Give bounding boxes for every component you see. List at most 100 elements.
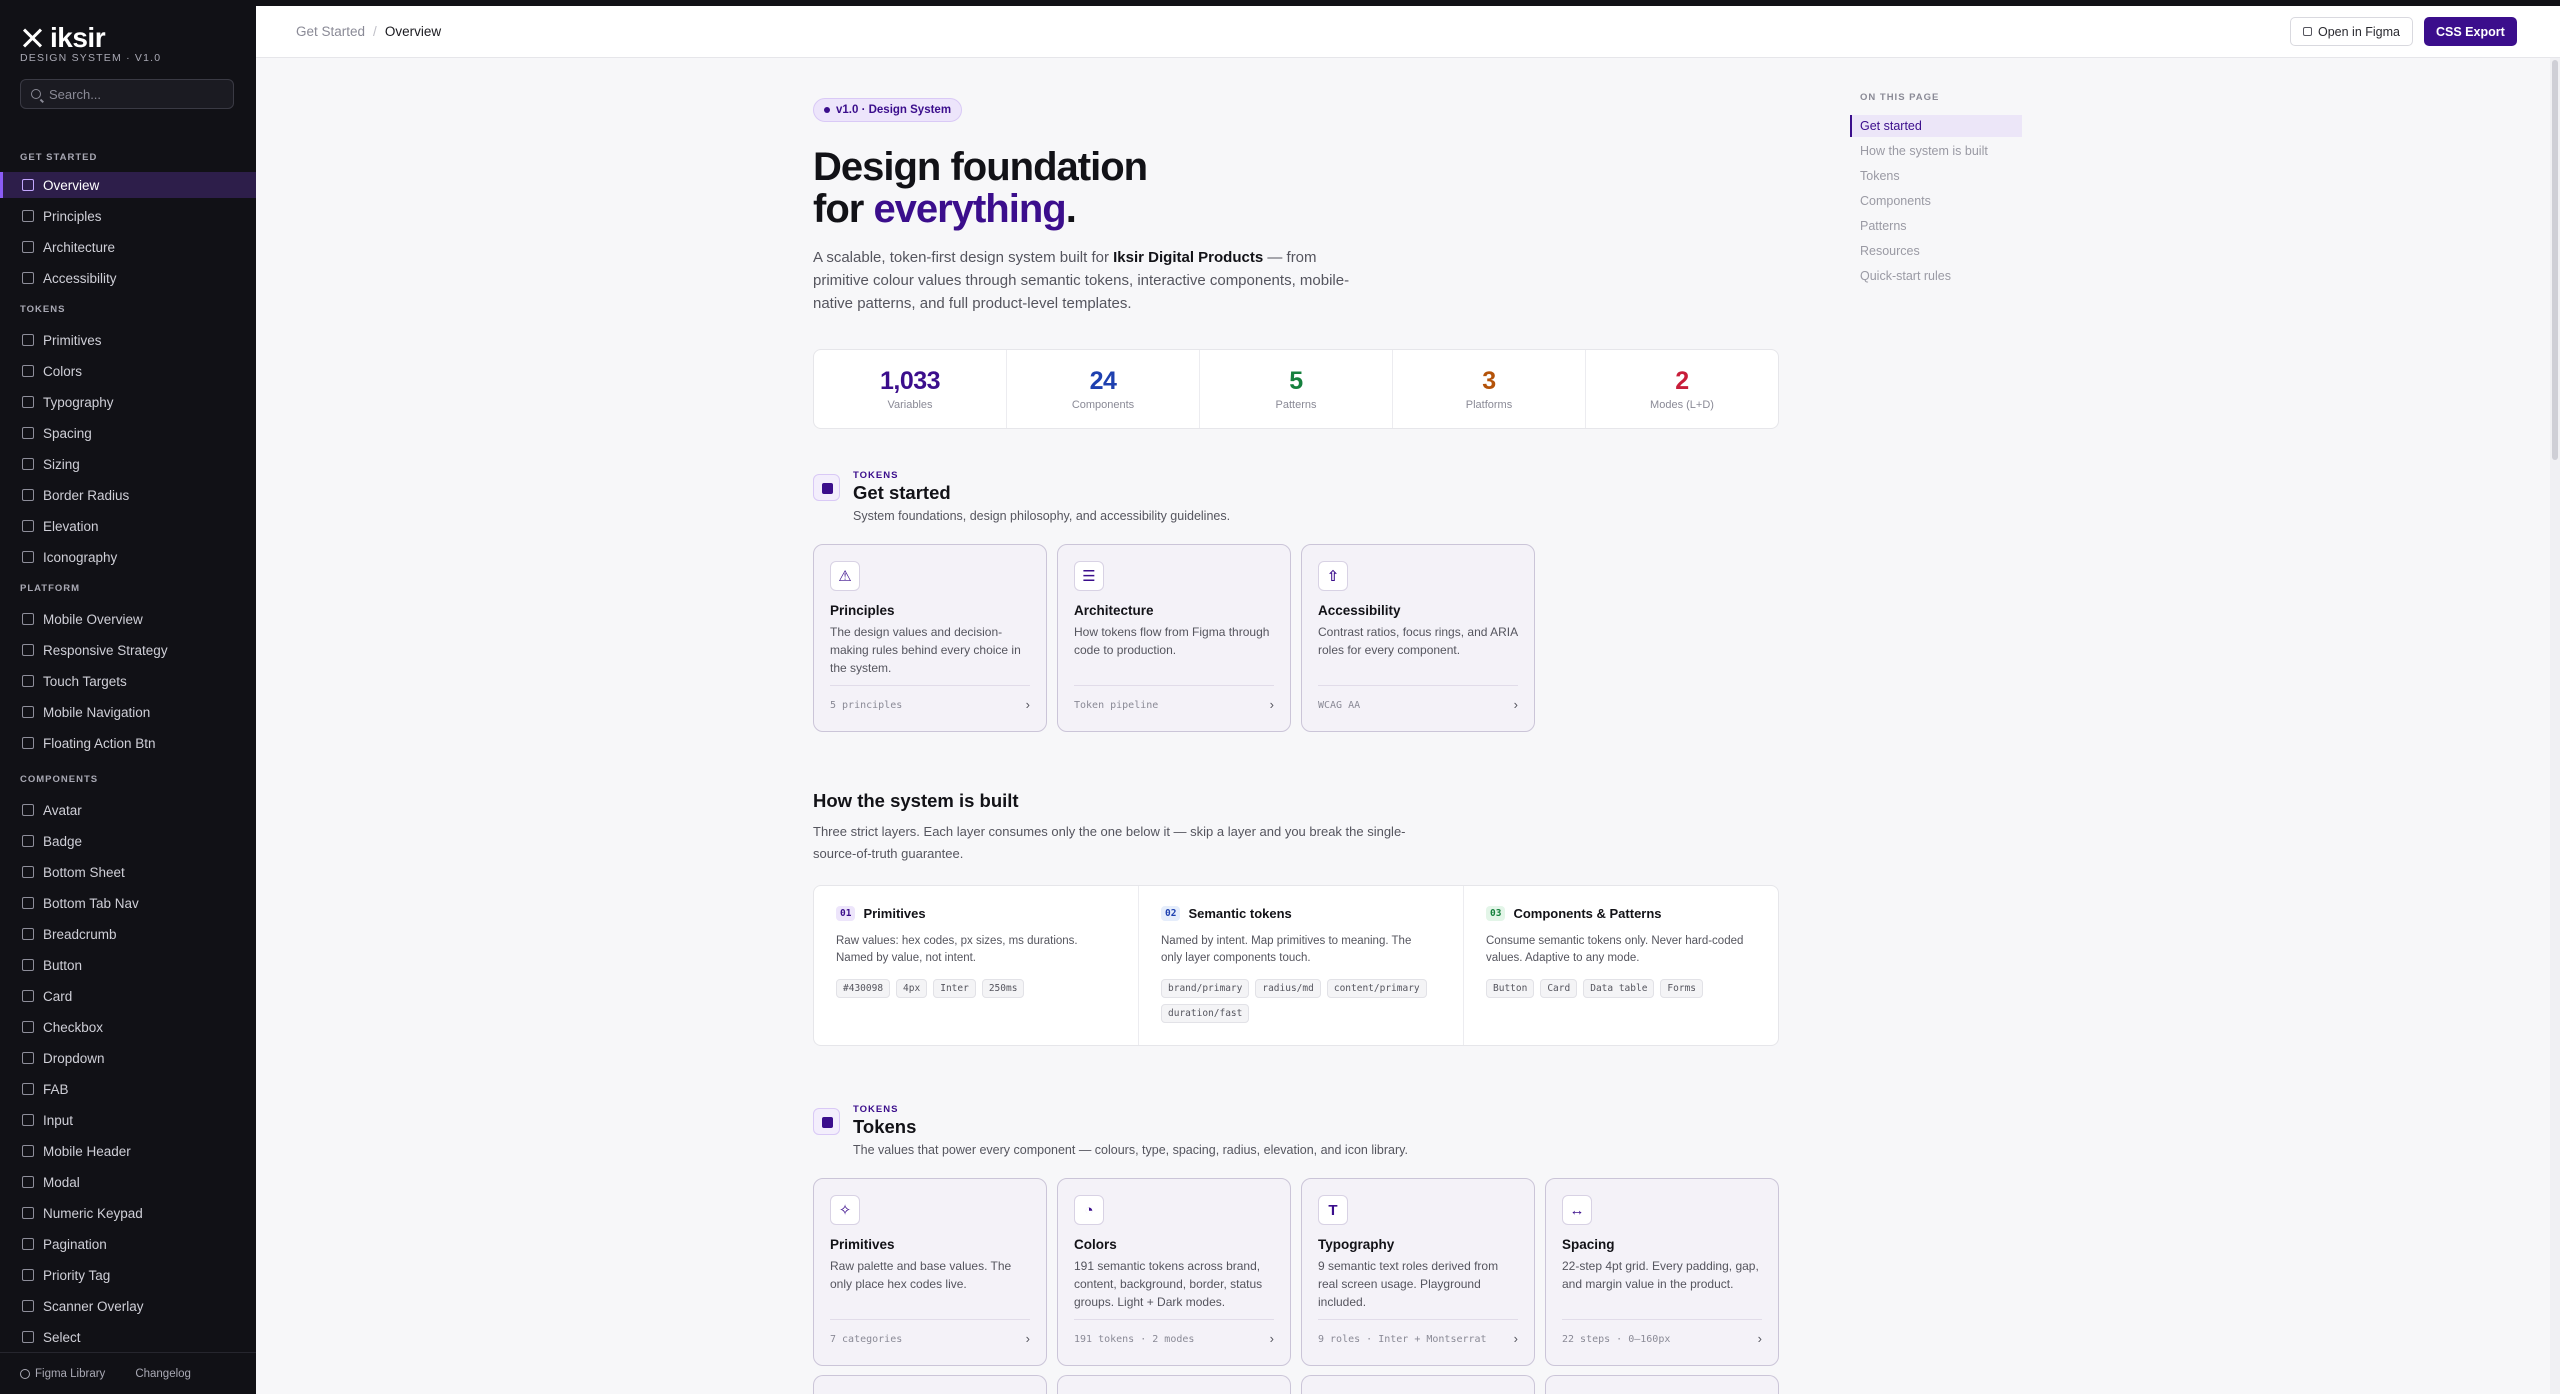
card-meta: 22 steps · 0–160px xyxy=(1562,1334,1671,1345)
sidebar-item-breadcrumb[interactable]: Breadcrumb xyxy=(0,921,256,947)
search-input[interactable] xyxy=(49,86,219,102)
stat-components: 24 Components xyxy=(1007,350,1200,428)
sidebar-item-sizing[interactable]: Sizing xyxy=(0,451,256,477)
open-in-figma-button[interactable]: Open in Figma xyxy=(2290,17,2413,46)
sizing-icon xyxy=(22,458,34,470)
sidebar-item-floating-action-btn[interactable]: Floating Action Btn xyxy=(0,730,256,756)
chevron-right-icon: › xyxy=(1269,697,1274,712)
next-card-peek[interactable] xyxy=(813,1375,1047,1394)
sidebar-item-label: Primitives xyxy=(43,332,102,348)
title-line-1: Design foundation xyxy=(813,145,1148,189)
sidebar-item-badge[interactable]: Badge xyxy=(0,828,256,854)
sidebar-item-mobile-overview[interactable]: Mobile Overview xyxy=(0,606,256,632)
card-spacing[interactable]: ↔ Spacing 22-step 4pt grid. Every padding,… xyxy=(1545,1178,1779,1366)
intro-brand: Iksir Digital Products xyxy=(1113,249,1264,266)
sidebar-item-touch-targets[interactable]: Touch Targets xyxy=(0,668,256,694)
breadcrumb-overview: Overview xyxy=(384,24,442,39)
sidebar-item-modal[interactable]: Modal xyxy=(0,1169,256,1195)
toc-item-patterns[interactable]: Patterns xyxy=(1850,215,2022,237)
sidebar-item-mobile-navigation[interactable]: Mobile Navigation xyxy=(0,699,256,725)
toc-item-quick-start-rules[interactable]: Quick-start rules xyxy=(1850,265,2022,287)
scrollbar-thumb[interactable] xyxy=(2552,60,2558,460)
section-icon xyxy=(813,474,840,501)
stat-label: Patterns xyxy=(1275,399,1317,411)
changelog-link[interactable]: Changelog xyxy=(135,1368,191,1380)
sidebar-item-bottom-tab-nav[interactable]: Bottom Tab Nav xyxy=(0,890,256,916)
how-built-desc: Three strict layers. Each layer consumes… xyxy=(813,824,1406,861)
chevron-right-icon: › xyxy=(1757,1331,1762,1346)
layers-panel: 01 Primitives Raw values: hex codes, px si… xyxy=(813,885,1779,1046)
sidebar-item-architecture[interactable]: Architecture xyxy=(0,234,256,260)
next-card-peek[interactable] xyxy=(1057,1375,1291,1394)
brand-logo[interactable]: iksir xyxy=(20,22,106,54)
breadcrumb-get-started[interactable]: Get Started xyxy=(296,24,365,39)
toc-item-components[interactable]: Components xyxy=(1850,190,2022,212)
card-accessibility[interactable]: ⇧ Accessibility Contrast ratios, focus rin… xyxy=(1301,544,1535,732)
sidebar-item-mobile-header[interactable]: Mobile Header xyxy=(0,1138,256,1164)
page-scrollbar[interactable] xyxy=(2550,58,2560,1394)
top-header: Get Started / Overview Open in Figma CSS… xyxy=(256,6,2560,58)
stats-panel: 1,033 Variables 24 Components 5 Patterns 3 Plat… xyxy=(813,349,1779,429)
section-kicker: TOKENS xyxy=(853,470,899,481)
bottom-tab-nav-icon xyxy=(22,897,34,909)
sidebar-item-responsive-strategy[interactable]: Responsive Strategy xyxy=(0,637,256,663)
css-export-button[interactable]: CSS Export xyxy=(2424,17,2517,46)
card-desc: Contrast ratios, focus rings, and ARIA r… xyxy=(1318,625,1518,657)
intro-pre: A scalable, token-first design system bu… xyxy=(813,249,1114,266)
next-card-peek[interactable] xyxy=(1545,1375,1779,1394)
sidebar-item-pagination[interactable]: Pagination xyxy=(0,1231,256,1257)
sidebar-item-primitives[interactable]: Primitives xyxy=(0,327,256,353)
card-architecture[interactable]: ☰ Architecture How tokens flow from Figma … xyxy=(1057,544,1291,732)
sidebar-item-colors[interactable]: Colors xyxy=(0,358,256,384)
sidebar-item-iconography[interactable]: Iconography xyxy=(0,544,256,570)
sidebar-item-label: Scanner Overlay xyxy=(43,1298,144,1314)
layer-number: 01 xyxy=(836,906,856,921)
toc-item-tokens[interactable]: Tokens xyxy=(1850,165,2022,187)
sidebar-item-overview[interactable]: Overview xyxy=(0,172,256,198)
toc-item-get-started[interactable]: Get started xyxy=(1850,115,2022,137)
sidebar-item-principles[interactable]: Principles xyxy=(0,203,256,229)
sidebar-item-avatar[interactable]: Avatar xyxy=(0,797,256,823)
card-typography[interactable]: T Typography 9 semantic text roles derived… xyxy=(1301,1178,1535,1366)
section-title: Get started xyxy=(853,482,951,503)
card-primitives[interactable]: ✧ Primitives Raw palette and base values. … xyxy=(813,1178,1047,1366)
card-principles[interactable]: ⚠ Principles The design values and decisio… xyxy=(813,544,1047,732)
page-intro: A scalable, token-first design system bu… xyxy=(813,246,1353,315)
section-desc: The values that power every component — … xyxy=(853,1143,1408,1157)
breadcrumb-icon xyxy=(22,928,34,940)
sidebar-item-elevation[interactable]: Elevation xyxy=(0,513,256,539)
sidebar-item-input[interactable]: Input xyxy=(0,1107,256,1133)
sidebar-item-card[interactable]: Card xyxy=(0,983,256,1009)
sidebar-item-priority-tag[interactable]: Priority Tag xyxy=(0,1262,256,1288)
toc-item-resources[interactable]: Resources xyxy=(1850,240,2022,262)
sidebar-item-checkbox[interactable]: Checkbox xyxy=(0,1014,256,1040)
card-colors[interactable]: ◔ Colors 191 semantic tokens across brand,… xyxy=(1057,1178,1291,1366)
sidebar-item-typography[interactable]: Typography xyxy=(0,389,256,415)
next-card-peek[interactable] xyxy=(1301,1375,1535,1394)
sidebar-item-border-radius[interactable]: Border Radius xyxy=(0,482,256,508)
card-meta: 9 roles · Inter + Montserrat xyxy=(1318,1334,1487,1345)
nav-group-title: GET STARTED xyxy=(20,152,98,163)
search-box[interactable] xyxy=(20,79,234,109)
principles-icon xyxy=(22,210,34,222)
sidebar-item-button[interactable]: Button xyxy=(0,952,256,978)
card-footer: 191 tokens · 2 modes › xyxy=(1074,1319,1274,1345)
sidebar-item-label: Touch Targets xyxy=(43,673,127,689)
modal-icon xyxy=(22,1176,34,1188)
sidebar-item-label: Mobile Overview xyxy=(43,611,143,627)
stat-label: Modes (L+D) xyxy=(1650,399,1714,411)
title-accent: everything xyxy=(873,187,1066,231)
sidebar-item-dropdown[interactable]: Dropdown xyxy=(0,1045,256,1071)
sidebar-item-fab[interactable]: FAB xyxy=(0,1076,256,1102)
toc-item-how-the-system-is-built[interactable]: How the system is built xyxy=(1850,140,2022,162)
sidebar-item-accessibility[interactable]: Accessibility xyxy=(0,265,256,291)
sidebar-item-bottom-sheet[interactable]: Bottom Sheet xyxy=(0,859,256,885)
chevron-right-icon: › xyxy=(1269,1331,1274,1346)
sidebar-item-select[interactable]: Select xyxy=(0,1324,256,1350)
sidebar-item-label: Floating Action Btn xyxy=(43,735,156,751)
sidebar-item-scanner-overlay[interactable]: Scanner Overlay xyxy=(0,1293,256,1319)
sidebar-item-numeric-keypad[interactable]: Numeric Keypad xyxy=(0,1200,256,1226)
sidebar-item-spacing[interactable]: Spacing xyxy=(0,420,256,446)
figma-library-link[interactable]: Figma Library xyxy=(20,1368,105,1380)
sidebar-item-label: Accessibility xyxy=(43,270,117,286)
